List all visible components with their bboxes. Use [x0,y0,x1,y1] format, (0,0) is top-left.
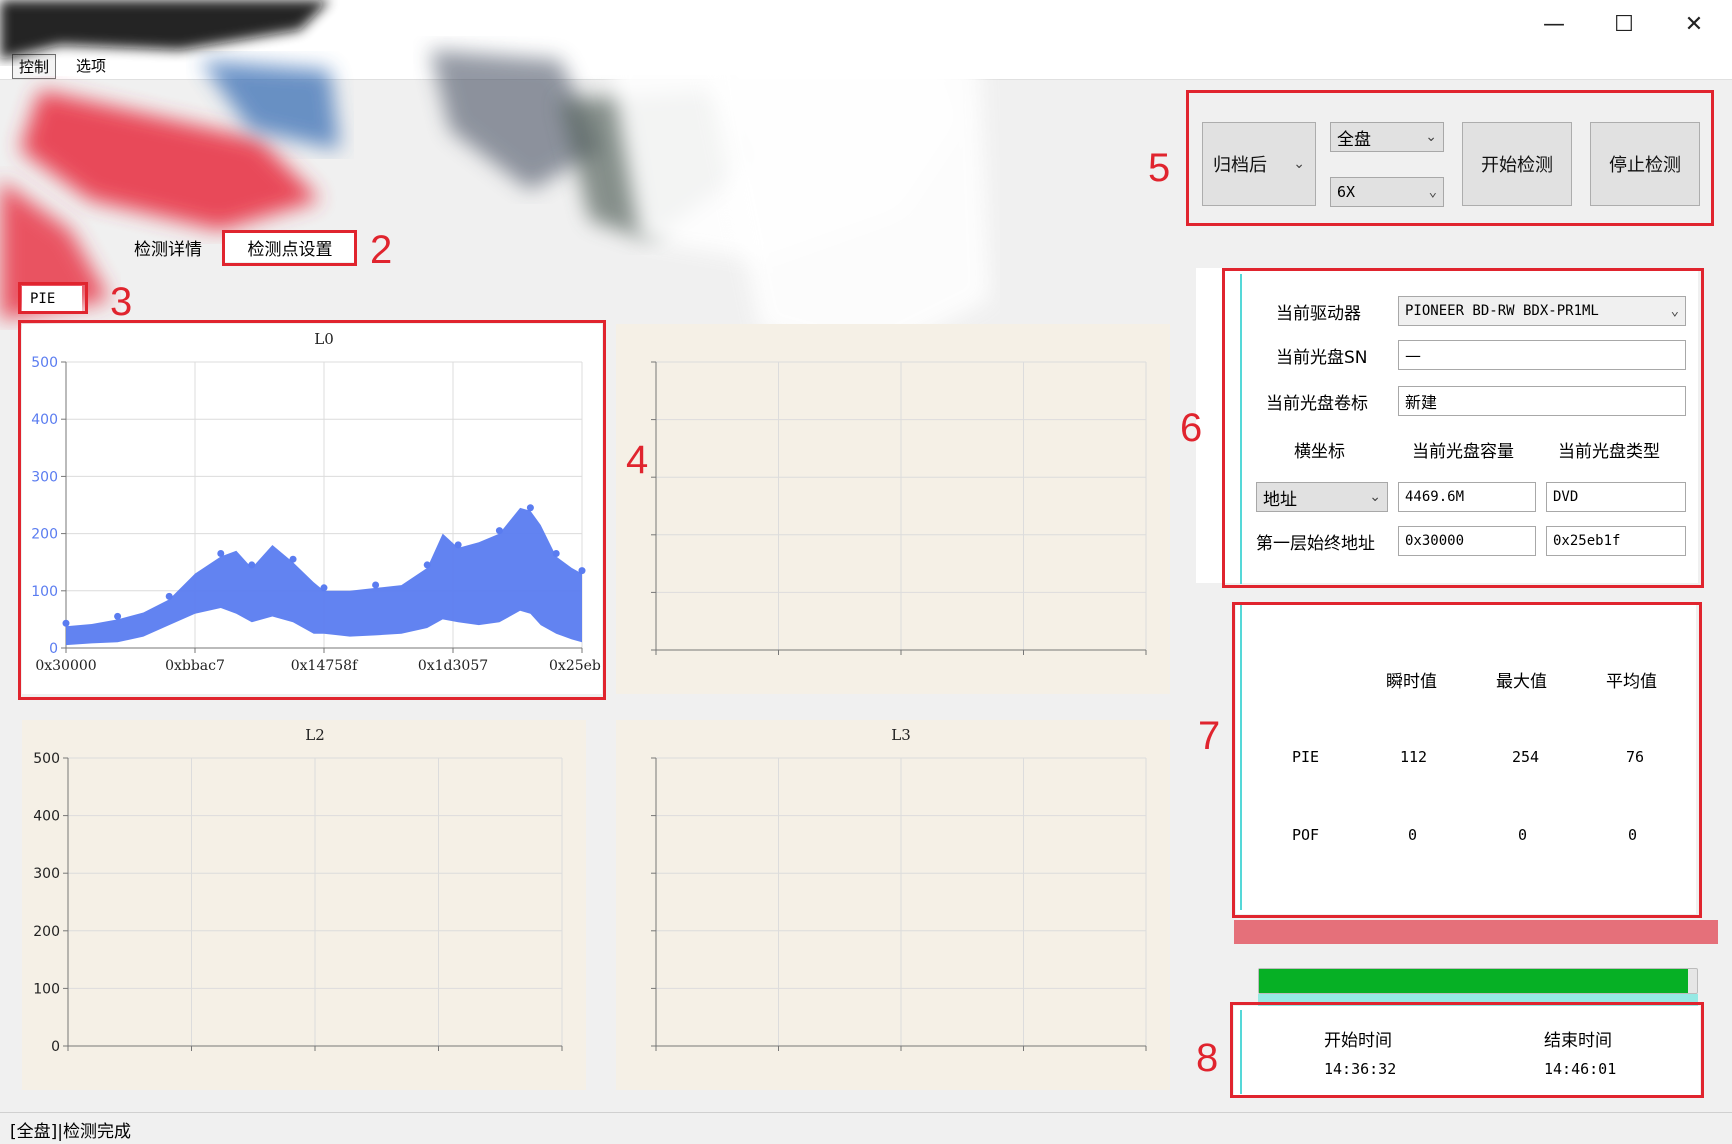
chevron-down-icon: ⌄ [1670,303,1679,319]
stat-pof-instant: 0 [1408,826,1418,844]
drive-select[interactable]: PIONEER BD-RW BDX-PR1ML ⌄ [1398,296,1686,326]
chevron-down-icon: ⌄ [1369,489,1381,505]
sn-label: 当前光盘SN [1276,347,1368,368]
chart-title: L2 [305,726,325,744]
layer-end-field[interactable]: 0x25eb1f [1546,526,1686,556]
chart-background [22,720,586,1090]
xaxis-select-value: 地址 [1263,489,1297,510]
status-bar: [全盘]|检测完成 [0,1112,1732,1144]
chart-svg [616,324,1170,694]
menu-bar: 控制 选项 [0,50,1732,80]
type-label: 当前光盘类型 [1558,441,1660,462]
title-bar: — ☐ ✕ [0,0,1732,50]
y-tick-label: 100 [33,981,60,997]
progress-bar [1258,968,1698,994]
stat-pie-instant: 112 [1400,748,1428,766]
menu-item-options[interactable]: 选项 [70,54,112,77]
end-time-label: 结束时间 [1544,1030,1612,1051]
annotation-number-2: 2 [370,228,393,272]
capacity-label: 当前光盘容量 [1412,441,1514,462]
stat-header-instant: 瞬时值 [1386,671,1437,692]
annotation-number-8: 8 [1196,1036,1219,1080]
tab-detection-details[interactable]: 检测详情 [118,232,218,262]
capacity-field[interactable]: 4469.6M [1398,482,1536,512]
chevron-down-icon: ⌄ [1425,129,1437,145]
drive-label: 当前驱动器 [1276,303,1361,324]
stat-pof-avg: 0 [1628,826,1638,844]
y-tick-label: 400 [33,809,60,825]
chart-background [616,324,1170,694]
status-text: [全盘]|检测完成 [10,1122,131,1142]
annotation-box-2 [222,230,357,266]
stat-pof-max: 0 [1518,826,1528,844]
annotation-box-8 [1230,1002,1704,1098]
xaxis-select[interactable]: 地址 ⌄ [1256,482,1388,512]
range-select[interactable]: 全盘 ⌄ [1330,122,1444,152]
stat-row-pie-name: PIE [1292,748,1320,766]
stat-pie-max: 254 [1512,748,1540,766]
annotation-number-4: 4 [626,438,649,482]
close-icon[interactable]: ✕ [1660,0,1728,48]
annotation-number-3: 3 [110,280,133,324]
annotation-box-4 [18,320,606,700]
stat-header-max: 最大值 [1496,671,1547,692]
volume-field[interactable]: 新建 [1398,386,1686,416]
y-tick-label: 300 [33,866,60,882]
archive-select[interactable]: 归档后 ⌄ [1202,122,1316,206]
start-time-value: 14:36:32 [1324,1060,1397,1078]
progress-fill [1259,969,1689,993]
range-select-value: 全盘 [1337,129,1371,150]
annotation-number-5: 5 [1148,146,1171,190]
y-tick-label: 200 [33,924,60,940]
minimize-icon[interactable]: — [1520,0,1588,48]
stop-detection-button[interactable]: 停止检测 [1590,122,1700,206]
annotation-box-3 [18,282,88,314]
drive-select-value: PIONEER BD-RW BDX-PR1ML [1405,303,1599,319]
chart-background [616,720,1170,1090]
chart-l1 [616,324,1170,694]
start-detection-button[interactable]: 开始检测 [1462,122,1572,206]
sn-field[interactable]: — [1398,340,1686,370]
chart-l2: L2 0 100 200 300 400 500 [22,720,586,1090]
y-tick-label: 0 [51,1039,60,1055]
stat-header-avg: 平均值 [1606,671,1657,692]
chart-svg: L3 [616,720,1170,1090]
volume-label: 当前光盘卷标 [1266,393,1368,414]
chevron-down-icon: ⌄ [1428,184,1437,200]
chevron-down-icon: ⌄ [1293,156,1305,172]
maximize-icon[interactable]: ☐ [1590,0,1658,48]
chart-svg: L2 0 100 200 300 400 500 [22,720,586,1090]
layer-start-field[interactable]: 0x30000 [1398,526,1536,556]
annotation-number-7: 7 [1198,714,1221,758]
type-field[interactable]: DVD [1546,482,1686,512]
y-tick-label: 500 [33,751,60,767]
menu-item-control[interactable]: 控制 [12,54,57,79]
end-time-value: 14:46:01 [1544,1060,1617,1078]
speed-select-value: 6X [1337,183,1356,201]
stat-row-pof-name: POF [1292,826,1320,844]
xaxis-label: 横坐标 [1294,441,1345,462]
annotation-number-6: 6 [1180,406,1203,450]
speed-select[interactable]: 6X ⌄ [1330,177,1444,207]
layer-address-label: 第一层始终地址 [1256,533,1375,554]
decorative-band [1234,920,1718,944]
chart-l3: L3 [616,720,1170,1090]
stat-pie-avg: 76 [1626,748,1645,766]
chart-title: L3 [891,726,911,744]
start-time-label: 开始时间 [1324,1030,1392,1051]
archive-select-value: 归档后 [1213,155,1267,176]
